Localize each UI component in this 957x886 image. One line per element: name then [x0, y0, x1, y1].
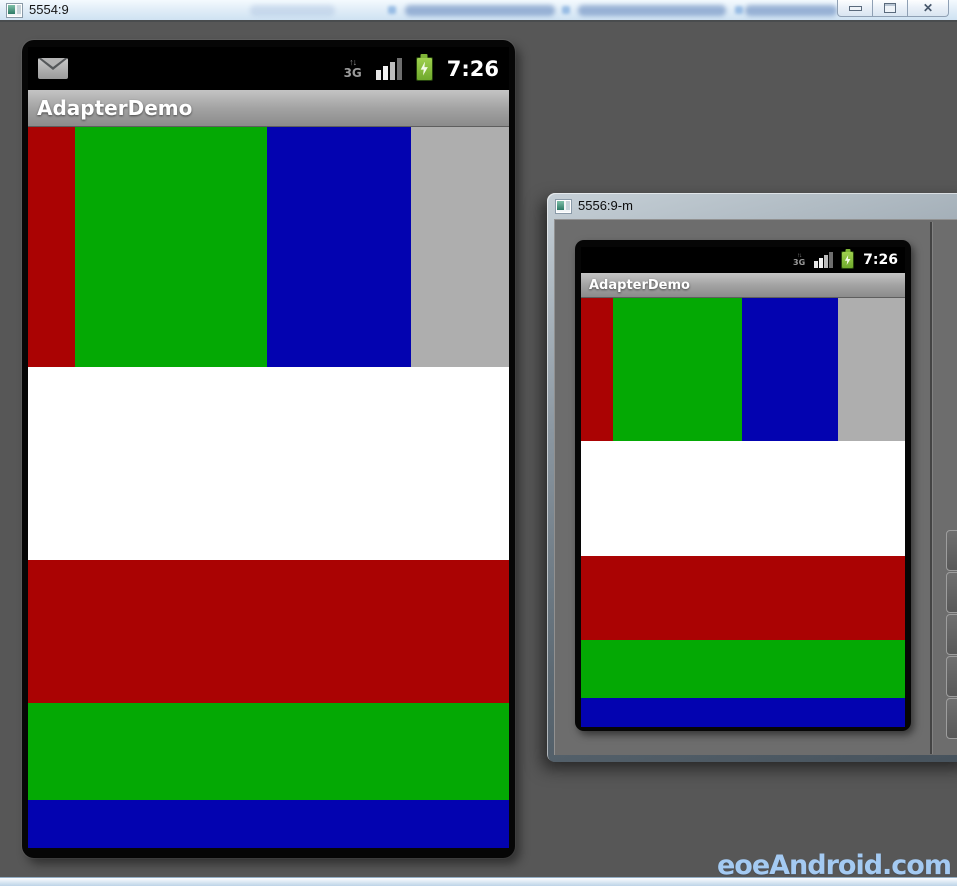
- blurred-background-tab: [405, 5, 555, 16]
- list-item-blue[interactable]: [581, 698, 905, 727]
- network-3g-icon: ↑↓ 3G: [344, 58, 362, 79]
- blurred-background-tab: [578, 5, 726, 16]
- keyboard-key[interactable]: [946, 614, 957, 655]
- signal-strength-icon: [813, 252, 833, 268]
- signal-strength-icon: [374, 58, 402, 80]
- grid-cell-blue[interactable]: [742, 298, 838, 441]
- blurred-background-icon: [388, 6, 396, 14]
- emulator-app-icon: [6, 3, 23, 18]
- app-title: AdapterDemo: [581, 278, 690, 293]
- grid-cell-green[interactable]: [75, 127, 267, 367]
- blurred-background-tab: [745, 5, 837, 16]
- grid-cell-red[interactable]: [28, 127, 75, 367]
- lightning-bolt-icon: [420, 62, 429, 76]
- keyboard-key[interactable]: [946, 656, 957, 697]
- blurred-background-icon: [735, 6, 743, 14]
- main-window-title: 5554:9: [29, 2, 69, 17]
- app-title: AdapterDemo: [28, 96, 192, 120]
- list-item-red[interactable]: [28, 560, 509, 703]
- android-status-bar: ↑↓ 3G 7:26: [581, 247, 905, 273]
- battery-charging-icon: [841, 251, 854, 269]
- emulator-app-icon-art: [17, 5, 21, 14]
- emulator-phone-frame: ↑↓ 3G 7:26: [575, 240, 911, 731]
- secondary-window-title: 5556:9-m: [578, 198, 633, 213]
- emulator-app-icon: [555, 199, 572, 214]
- main-window-titlebar[interactable]: 5554:9: [0, 0, 957, 20]
- secondary-window: 5556:9-m ↑↓ 3G: [547, 193, 957, 762]
- emulator-app-icon-art: [8, 5, 15, 14]
- emulator-app-icon-art: [566, 201, 570, 210]
- grid-cell-gray[interactable]: [411, 127, 509, 367]
- network-3g-label: 3G: [793, 259, 805, 267]
- network-3g-label: 3G: [344, 67, 362, 79]
- keyboard-key[interactable]: [946, 572, 957, 613]
- secondary-window-titlebar[interactable]: 5556:9-m: [547, 193, 957, 219]
- list-item-green[interactable]: [581, 640, 905, 698]
- maximize-icon: [884, 3, 896, 13]
- gridview-row: [581, 298, 905, 441]
- titlebar-bottom-edge: [0, 20, 957, 22]
- close-icon: ✕: [923, 1, 933, 15]
- status-clock: 7:26: [447, 57, 499, 81]
- list-item-white[interactable]: [581, 441, 905, 556]
- minimize-button[interactable]: [837, 0, 873, 17]
- emulator-screen: ↑↓ 3G 7:26: [581, 247, 905, 727]
- secondary-window-client-area: ↑↓ 3G 7:26: [554, 219, 957, 755]
- network-3g-icon: ↑↓ 3G: [793, 253, 805, 267]
- emulator-phone-frame: ↑↓ 3G 7:26 AdapterDemo: [22, 40, 515, 858]
- maximize-button[interactable]: [872, 0, 908, 17]
- emulator-app-icon-art: [557, 201, 564, 210]
- desktop: 5554:9 ✕ ↑↓ 3G: [0, 0, 957, 886]
- skin-divider: [930, 222, 933, 754]
- list-item-red[interactable]: [581, 556, 905, 640]
- grid-cell-blue[interactable]: [267, 127, 411, 367]
- app-title-bar: AdapterDemo: [581, 273, 905, 298]
- watermark-text: eoeAndroid.com: [717, 850, 951, 881]
- status-clock: 7:26: [863, 252, 898, 268]
- list-item-blue[interactable]: [28, 800, 509, 848]
- emulator-screen: ↑↓ 3G 7:26 AdapterDemo: [28, 47, 509, 848]
- app-title-bar: AdapterDemo: [28, 90, 509, 127]
- window-controls: ✕: [838, 0, 949, 17]
- close-button[interactable]: ✕: [907, 0, 949, 17]
- list-item-white[interactable]: [28, 367, 509, 560]
- grid-cell-red[interactable]: [581, 298, 613, 441]
- minimize-icon: [849, 6, 862, 11]
- list-item-green[interactable]: [28, 703, 509, 800]
- keyboard-key[interactable]: [946, 698, 957, 739]
- keyboard-key[interactable]: [946, 530, 957, 571]
- status-icons: ↑↓ 3G 7:26: [344, 57, 499, 81]
- email-notification-icon: [38, 58, 68, 79]
- gridview-row: [28, 127, 509, 367]
- blurred-background-icon: [562, 6, 570, 14]
- grid-cell-gray[interactable]: [838, 298, 905, 441]
- emulator-keypad-panel: [946, 530, 957, 740]
- android-status-bar: ↑↓ 3G 7:26: [28, 47, 509, 90]
- lightning-bolt-icon: [844, 255, 851, 265]
- blurred-background-tab: [250, 5, 335, 16]
- grid-cell-green[interactable]: [613, 298, 742, 441]
- battery-charging-icon: [416, 57, 433, 81]
